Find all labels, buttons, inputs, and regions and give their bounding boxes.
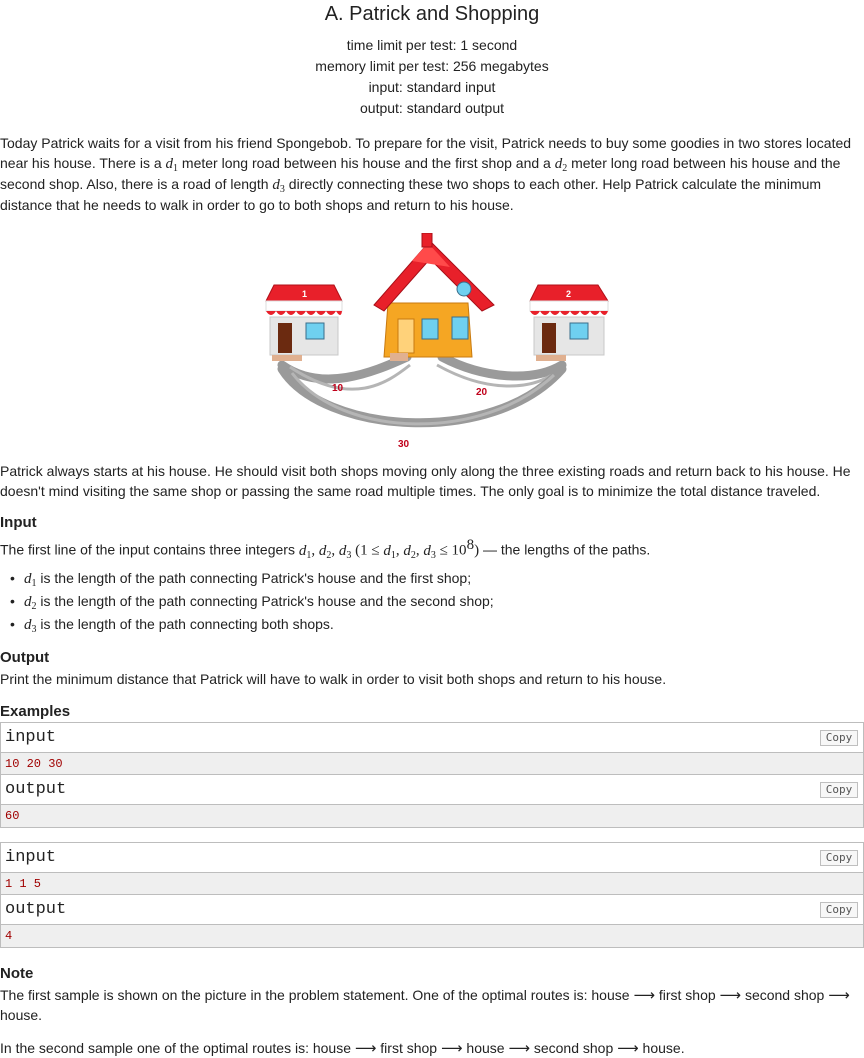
- math-d2: d2: [403, 542, 416, 561]
- output-label: output: [5, 779, 67, 799]
- example-2: input Copy 1 1 5 output Copy 4: [0, 841, 864, 948]
- arrow-icon: ⟶: [633, 985, 655, 1004]
- examples-title: Examples: [0, 702, 71, 720]
- input-file: input: standard input: [368, 79, 496, 95]
- output-section: Output Print the minimum distance that P…: [0, 648, 864, 689]
- statement-text: meter long road between his house and th…: [178, 155, 555, 171]
- arrow-icon: ⟶: [828, 985, 850, 1004]
- example-2-output: 4: [1, 924, 863, 947]
- copy-input-button[interactable]: Copy: [820, 849, 858, 866]
- shop-2: 2: [529, 284, 609, 361]
- output-file: output: standard output: [360, 100, 504, 116]
- road-label-30: 30: [398, 439, 410, 450]
- math-d2: d2: [318, 542, 332, 561]
- problem-title: A. Patrick and Shopping: [324, 3, 540, 25]
- copy-input-button[interactable]: Copy: [820, 729, 858, 746]
- shop-1-number: 1: [302, 289, 307, 299]
- note-paragraph-2: In the second sample one of the optimal …: [0, 1038, 685, 1057]
- example-1-output-header: output Copy: [1, 774, 863, 805]
- house-shops-illustration: 10 20 30 1 2: [265, 233, 609, 450]
- example-1-output: 60: [1, 804, 863, 827]
- examples-section: Examples input Copy 10 20 30 output Copy…: [0, 702, 864, 948]
- house: [373, 233, 495, 361]
- statement-paragraph-1: Today Patrick waits for a visit from his…: [0, 133, 864, 215]
- math-d3: d3: [338, 542, 352, 561]
- input-section: Input The first line of the input contai…: [0, 513, 864, 636]
- example-2-output-header: output Copy: [1, 894, 863, 925]
- arrow-icon: ⟶: [617, 1038, 639, 1057]
- copy-output-button[interactable]: Copy: [820, 901, 858, 918]
- math-d1: d1: [383, 542, 396, 561]
- statement-paragraph-2: Patrick always starts at his house. He s…: [0, 463, 851, 499]
- list-item: d2 is the length of the path connecting …: [10, 590, 864, 613]
- shop-1: 1: [265, 284, 343, 361]
- shop-2-number: 2: [566, 289, 571, 299]
- constraint-open: (1 ≤: [355, 542, 384, 559]
- note-paragraph-1: The first sample is shown on the picture…: [0, 985, 850, 1023]
- math-d3: d3: [272, 177, 285, 195]
- math-d2: d2: [554, 156, 568, 174]
- example-2-input-header: input Copy: [1, 842, 863, 873]
- statement-illustration: 10 20 30 1 2: [0, 233, 864, 455]
- constraint-le: ≤ 10: [435, 542, 467, 559]
- list-item: d3 is the length of the path connecting …: [10, 613, 864, 636]
- memory-limit: memory limit per test: 256 megabytes: [315, 58, 549, 74]
- road-label-20: 20: [476, 387, 488, 398]
- math-d3: d3: [423, 542, 436, 561]
- input-label: input: [5, 847, 57, 867]
- problem-limits: time limit per test: 1 second memory lim…: [0, 35, 864, 119]
- output-label: output: [5, 899, 67, 919]
- list-item: d1 is the length of the path connecting …: [10, 567, 864, 590]
- note-section: Note The first sample is shown on the pi…: [0, 964, 864, 1058]
- problem-header: A. Patrick and Shopping time limit per t…: [0, 2, 864, 119]
- output-section-title: Output: [0, 648, 50, 666]
- problem-statement: Today Patrick waits for a visit from his…: [0, 133, 864, 501]
- road-label-10: 10: [332, 383, 344, 394]
- example-1: input Copy 10 20 30 output Copy 60: [0, 721, 864, 828]
- problem-page: A. Patrick and Shopping time limit per t…: [0, 2, 864, 1058]
- input-label: input: [5, 727, 57, 747]
- math-d1: d1: [165, 156, 179, 174]
- math-d1: d1: [298, 542, 312, 561]
- output-description: Print the minimum distance that Patrick …: [0, 670, 667, 687]
- input-section-title: Input: [0, 514, 37, 531]
- example-1-input-header: input Copy: [1, 722, 863, 753]
- example-1-input: 10 20 30: [1, 752, 863, 775]
- time-limit: time limit per test: 1 second: [346, 37, 518, 53]
- example-2-input: 1 1 5: [1, 872, 863, 895]
- note-title: Note: [0, 964, 34, 982]
- input-bullets: d1 is the length of the path connecting …: [0, 567, 864, 636]
- arrow-icon: ⟶: [354, 1038, 377, 1057]
- arrow-icon: ⟶: [719, 985, 742, 1004]
- constraint-exp: 8: [466, 537, 475, 553]
- copy-output-button[interactable]: Copy: [820, 781, 858, 798]
- arrow-icon: ⟶: [508, 1038, 530, 1057]
- input-description: The first line of the input contains thr…: [0, 537, 651, 561]
- arrow-icon: ⟶: [441, 1038, 463, 1057]
